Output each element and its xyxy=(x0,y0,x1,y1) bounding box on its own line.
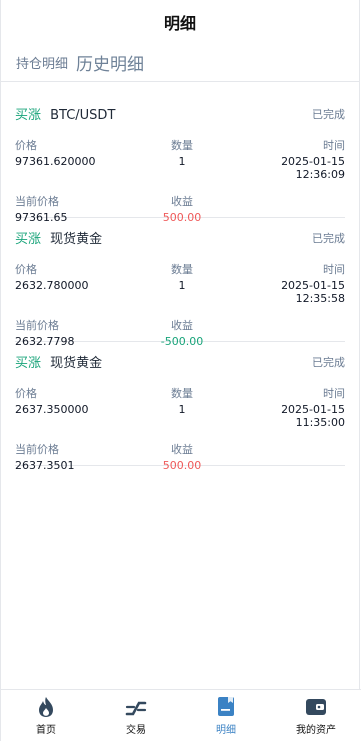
records-list: 买涨 BTC/USDT 已完成 价格 数量 时间 97361.620000 1 … xyxy=(1,82,359,472)
time-value: 2025-01-15 11:35:00 xyxy=(281,403,345,429)
tab-bar: 持仓明细 历史明细 xyxy=(1,44,359,82)
profit-label: 收益 xyxy=(171,195,193,208)
time-value: 2025-01-15 12:35:58 xyxy=(281,279,345,305)
app-frame: 明细 持仓明细 历史明细 买涨 BTC/USDT 已完成 价格 数量 时间 97… xyxy=(0,0,361,741)
record-card[interactable]: 买涨 BTC/USDT 已完成 价格 数量 时间 97361.620000 1 … xyxy=(15,94,345,224)
nav-assets[interactable]: 我的资产 xyxy=(271,690,361,741)
quantity-value: 1 xyxy=(178,403,186,416)
price-value: 2632.780000 xyxy=(15,279,89,292)
price-value: 2637.350000 xyxy=(15,403,89,416)
quantity-label: 数量 xyxy=(171,263,193,276)
page-title: 明细 xyxy=(163,14,196,33)
document-icon xyxy=(217,696,235,718)
record-card[interactable]: 买涨 现货黄金 已完成 价格 数量 时间 2632.780000 1 2025-… xyxy=(15,218,345,348)
nav-trade-label: 交易 xyxy=(126,724,146,736)
wallet-icon xyxy=(305,696,327,718)
quantity-label: 数量 xyxy=(171,387,193,400)
status-badge: 已完成 xyxy=(312,231,345,245)
symbol-label: 现货黄金 xyxy=(50,232,103,247)
price-label: 价格 xyxy=(15,263,37,276)
status-badge: 已完成 xyxy=(312,355,345,369)
profit-value: 500.00 xyxy=(162,459,202,472)
current-price-label: 当前价格 xyxy=(15,319,59,332)
quantity-label: 数量 xyxy=(171,139,193,152)
nav-details[interactable]: 明细 xyxy=(181,690,271,741)
profit-label: 收益 xyxy=(171,319,193,332)
direction-label: 买涨 xyxy=(15,356,42,371)
current-price-label: 当前价格 xyxy=(15,195,59,208)
time-label: 时间 xyxy=(323,387,345,400)
current-price-value: 2637.3501 xyxy=(15,459,75,472)
symbol-label: BTC/USDT xyxy=(50,108,116,123)
time-label: 时间 xyxy=(323,139,345,152)
tab-holdings[interactable]: 持仓明细 xyxy=(16,53,68,72)
tab-history[interactable]: 历史明细 xyxy=(76,50,144,75)
price-label: 价格 xyxy=(15,139,37,152)
flame-icon xyxy=(36,696,56,718)
current-price-label: 当前价格 xyxy=(15,443,59,456)
profit-label: 收益 xyxy=(171,443,193,456)
symbol-label: 现货黄金 xyxy=(50,356,103,371)
nav-home[interactable]: 首页 xyxy=(1,690,91,741)
nav-details-label: 明细 xyxy=(216,724,236,736)
record-card[interactable]: 买涨 现货黄金 已完成 价格 数量 时间 2637.350000 1 2025-… xyxy=(15,342,345,472)
price-value: 97361.620000 xyxy=(15,155,96,168)
status-badge: 已完成 xyxy=(312,107,345,121)
price-label: 价格 xyxy=(15,387,37,400)
quantity-value: 1 xyxy=(178,279,186,292)
time-label: 时间 xyxy=(323,263,345,276)
nav-assets-label: 我的资产 xyxy=(296,724,336,736)
direction-label: 买涨 xyxy=(15,108,42,123)
direction-label: 买涨 xyxy=(15,232,42,247)
nav-trade[interactable]: 交易 xyxy=(91,690,181,741)
time-value: 2025-01-15 12:36:09 xyxy=(281,155,345,181)
quantity-value: 1 xyxy=(178,155,186,168)
trend-icon xyxy=(125,696,147,718)
bottom-nav: 首页 交易 明细 我的资产 xyxy=(1,689,361,741)
nav-home-label: 首页 xyxy=(36,724,56,736)
